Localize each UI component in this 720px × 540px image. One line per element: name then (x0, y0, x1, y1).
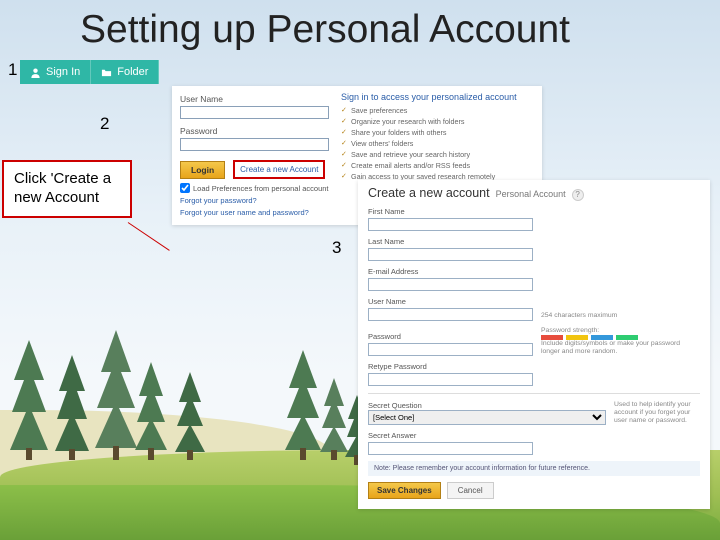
secret-question-select[interactable]: [Select One] (368, 410, 606, 425)
password-note: Include digits/symbols or make your pass… (541, 340, 680, 355)
page-title: Setting up Personal Account (80, 8, 570, 52)
step-number-1: 1 (8, 60, 17, 80)
retype-input[interactable] (368, 373, 533, 386)
save-changes-button[interactable]: Save Changes (368, 482, 441, 499)
username-label: User Name (180, 94, 329, 104)
lastname-input[interactable] (368, 248, 533, 261)
strength-label: Password strength: (541, 327, 599, 334)
username2-input[interactable] (368, 308, 533, 321)
benefit-item: Create email alerts and/or RSS feeds (341, 161, 534, 170)
folder-button[interactable]: Folder (91, 60, 159, 84)
benefit-item: Save preferences (341, 106, 534, 115)
user-icon (30, 67, 41, 78)
benefit-item: View others' folders (341, 139, 534, 148)
benefits-list: Save preferences Organize your research … (341, 106, 534, 181)
benefit-item: Save and retrieve your search history (341, 150, 534, 159)
cancel-button[interactable]: Cancel (447, 482, 494, 499)
firstname-input[interactable] (368, 218, 533, 231)
tree-icon (135, 362, 167, 460)
forgot-both-link[interactable]: Forgot your user name and password? (180, 208, 329, 217)
benefits-heading: Sign in to access your personalized acco… (341, 92, 534, 102)
retype-label: Retype Password (368, 362, 700, 371)
secret-answer-input[interactable] (368, 442, 533, 455)
email-input[interactable] (368, 278, 533, 291)
info-note: Note: Please remember your account infor… (368, 461, 700, 476)
signin-label: Sign In (46, 66, 80, 78)
create-account-panel: Create a new account Personal Account ? … (358, 180, 710, 509)
forgot-password-link[interactable]: Forgot your password? (180, 196, 329, 205)
secret-question-note: Used to help identify your account if yo… (614, 401, 700, 425)
firstname-label: First Name (368, 207, 700, 216)
email-label: E-mail Address (368, 267, 700, 276)
login-button[interactable]: Login (180, 161, 225, 179)
create-subheading: Personal Account (496, 189, 566, 199)
password-input[interactable] (180, 138, 329, 151)
tree-icon (175, 372, 205, 460)
tree-icon (55, 355, 89, 460)
load-prefs-checkbox[interactable] (180, 183, 190, 193)
username-note: 254 characters maximum (541, 312, 700, 320)
password2-input[interactable] (368, 343, 533, 356)
secret-question-label: Secret Question (368, 401, 606, 410)
benefit-item: Share your folders with others (341, 128, 534, 137)
signin-button[interactable]: Sign In (20, 60, 91, 84)
callout-box: Click 'Create a new Account (2, 160, 132, 218)
step-number-3: 3 (332, 238, 341, 258)
create-account-link[interactable]: Create a new Account (233, 160, 325, 179)
load-prefs-label: Load Preferences from personal account (193, 184, 329, 193)
folder-icon (101, 67, 112, 78)
tree-icon (285, 350, 321, 460)
tree-icon (95, 330, 137, 460)
lastname-label: Last Name (368, 237, 700, 246)
create-heading: Create a new account (368, 186, 490, 200)
username2-label: User Name (368, 297, 533, 306)
tree-icon (10, 340, 48, 460)
password2-label: Password (368, 332, 533, 341)
password-label: Password (180, 126, 329, 136)
folder-label: Folder (117, 66, 148, 78)
help-icon[interactable]: ? (572, 189, 584, 201)
secret-answer-label: Secret Answer (368, 431, 700, 440)
benefit-item: Organize your research with folders (341, 117, 534, 126)
top-toolbar: Sign In Folder (20, 60, 159, 84)
step-number-2: 2 (100, 114, 109, 134)
tree-icon (320, 378, 348, 460)
callout-connector (128, 222, 170, 251)
username-input[interactable] (180, 106, 329, 119)
